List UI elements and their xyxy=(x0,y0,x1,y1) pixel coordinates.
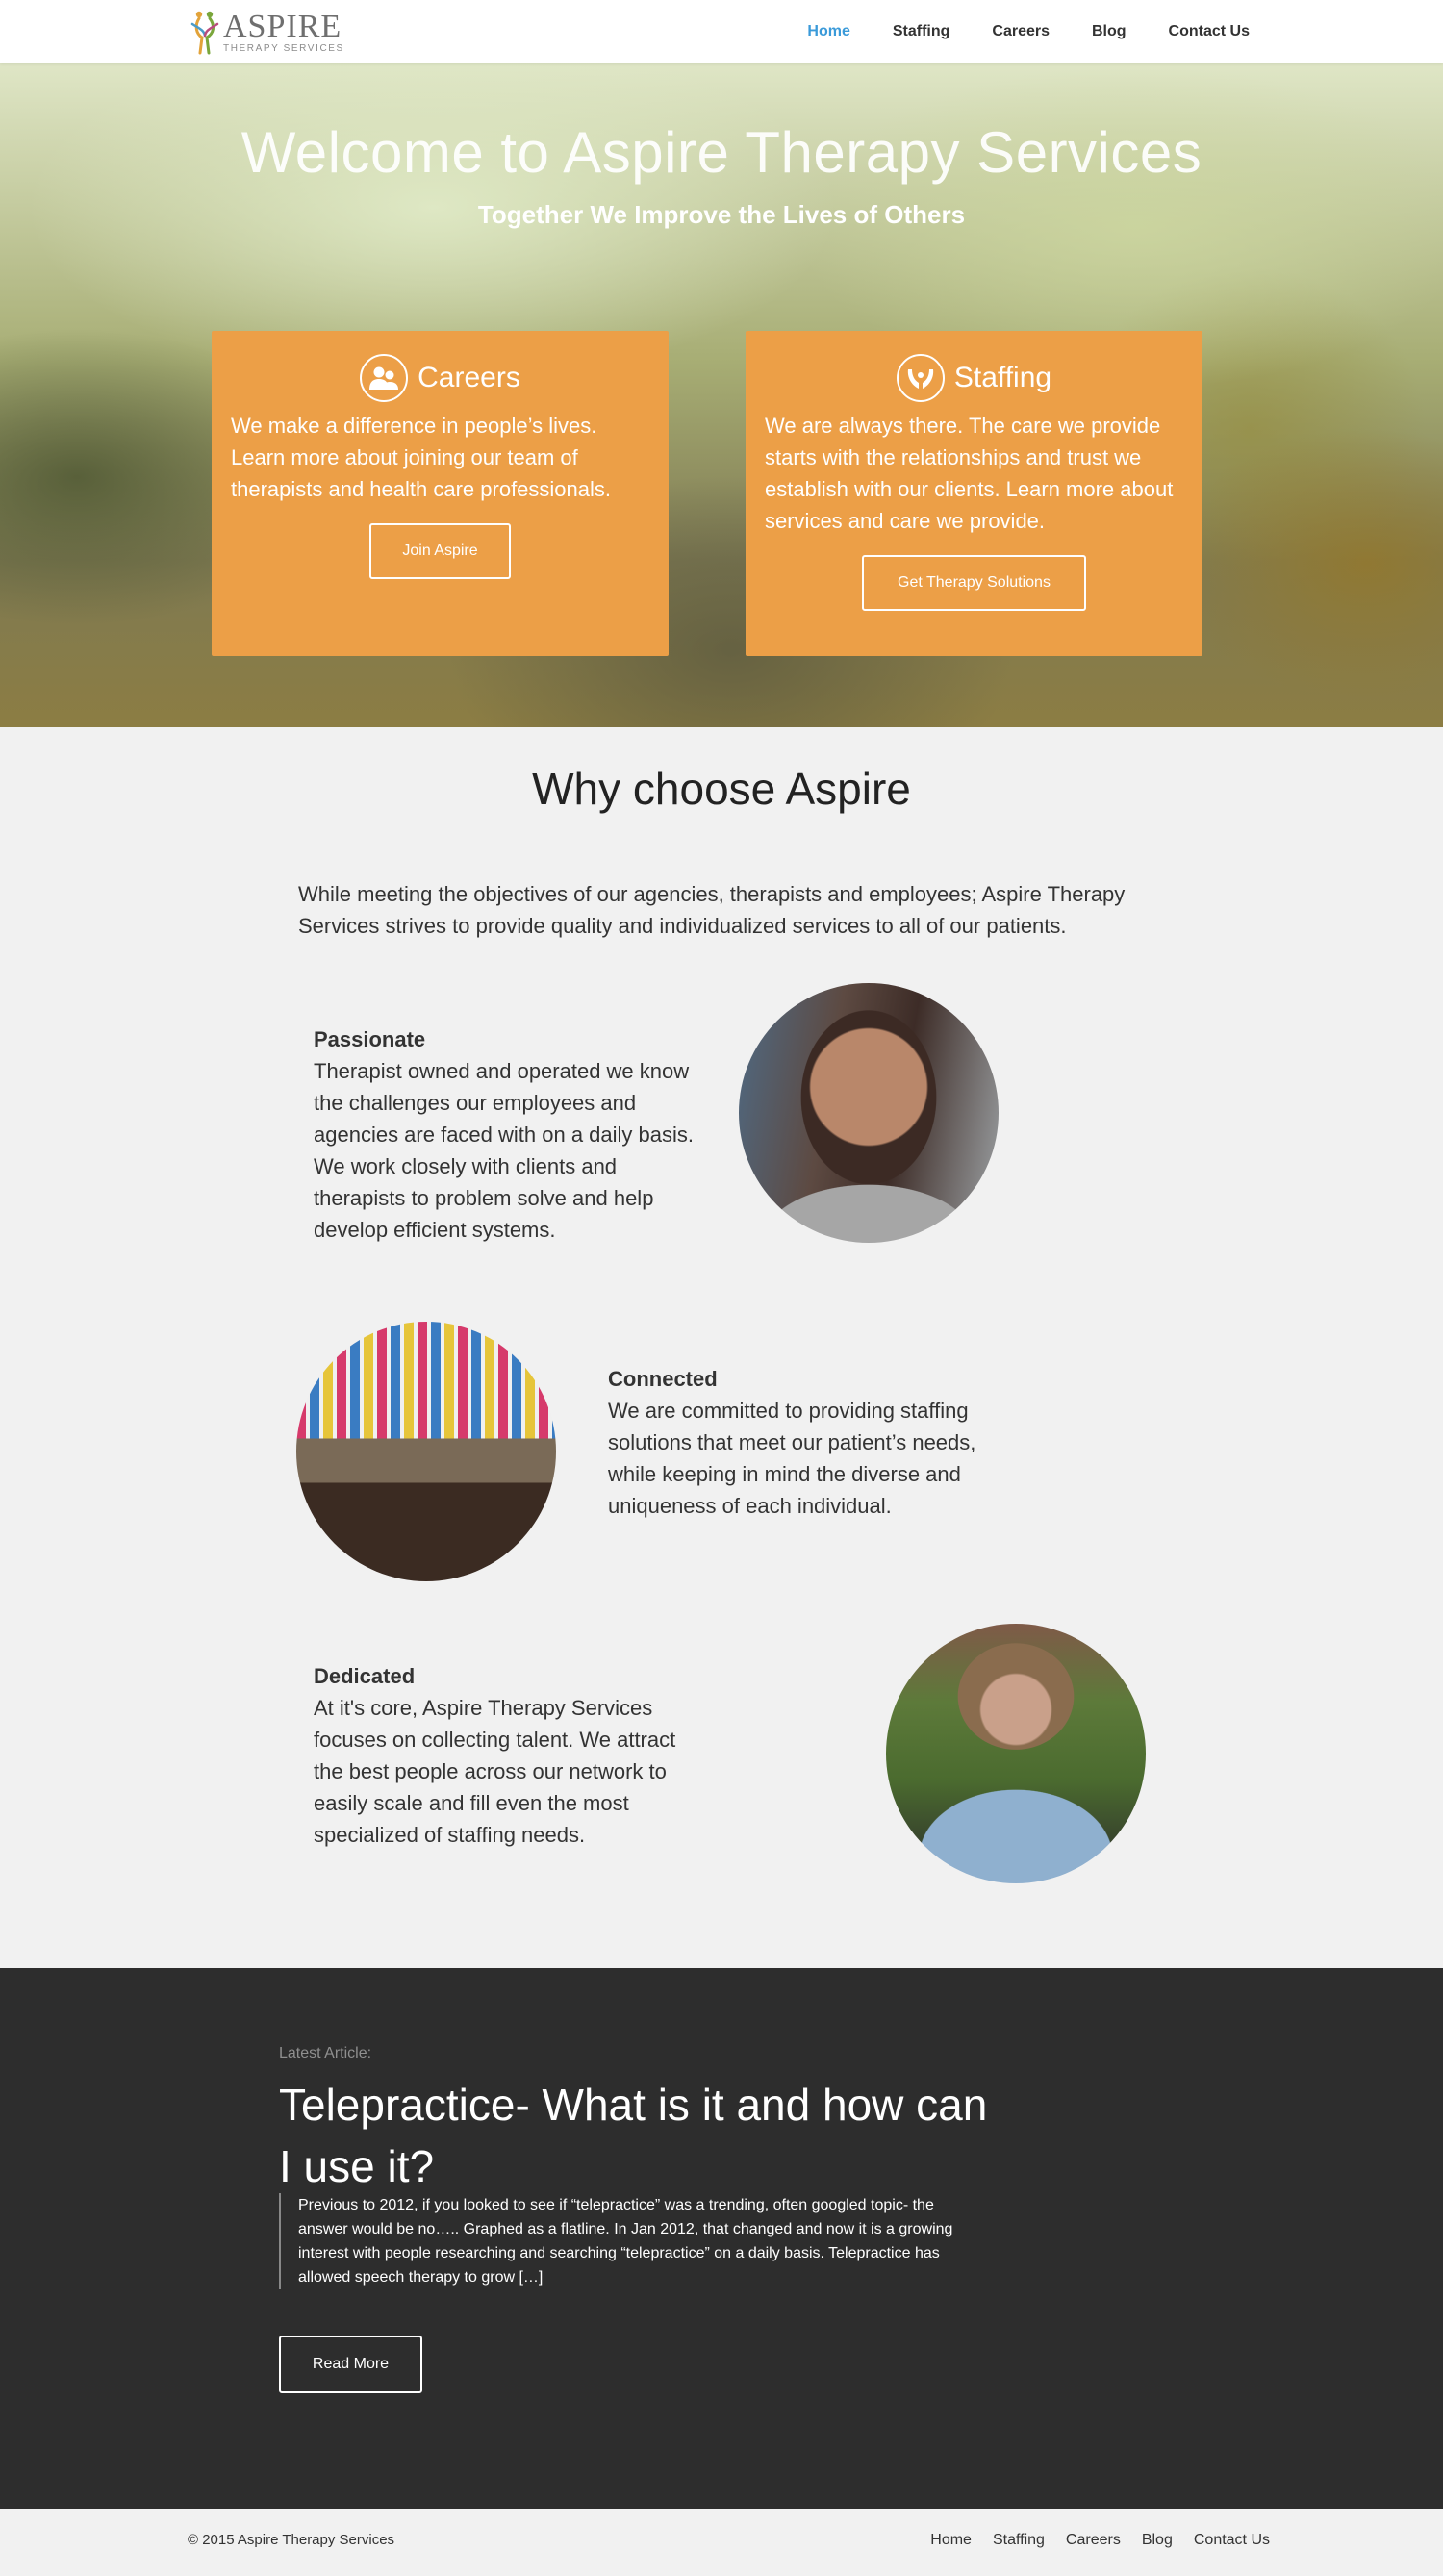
nav-blog[interactable]: Blog xyxy=(1092,23,1127,40)
feature-text: At it's core, Aspire Therapy Services fo… xyxy=(314,1696,676,1847)
feature-title: Connected xyxy=(608,1367,718,1391)
footer-link-home[interactable]: Home xyxy=(930,2532,972,2549)
why-title: Why choose Aspire xyxy=(532,764,911,814)
feature-text: Therapist owned and operated we know the… xyxy=(314,1059,695,1242)
feature-text: We are committed to providing staffing s… xyxy=(608,1399,976,1518)
feature-passionate: Passionate Therapist owned and operated … xyxy=(314,1023,698,1246)
copyright: © 2015 Aspire Therapy Services xyxy=(188,2532,395,2548)
why-intro: While meeting the objectives of our agen… xyxy=(298,882,1126,938)
nav-home[interactable]: Home xyxy=(807,23,849,40)
staffing-card: Staffing We are always there. The care w… xyxy=(746,331,1202,656)
site-logo[interactable]: ASPIRE THERAPY SERVICES xyxy=(190,8,344,56)
footer-link-contact-us[interactable]: Contact Us xyxy=(1194,2532,1270,2549)
join-aspire-button[interactable]: Join Aspire xyxy=(369,523,511,579)
brand-name: ASPIRE xyxy=(223,8,342,44)
article-title[interactable]: Telepractice- What is it and how can I u… xyxy=(279,2074,1010,2197)
passionate-photo xyxy=(739,983,999,1243)
feature-dedicated: Dedicated At it's core, Aspire Therapy S… xyxy=(314,1660,698,1851)
careers-card-title: Careers xyxy=(418,362,520,393)
latest-article-section: Latest Article: Telepractice- What is it… xyxy=(0,1968,1443,2509)
feature-title: Passionate xyxy=(314,1027,426,1051)
staffing-card-text: We are always there. The care we provide… xyxy=(765,414,1174,533)
hero-subtitle: Together We Improve the Lives of Others xyxy=(477,200,966,229)
footer-link-blog[interactable]: Blog xyxy=(1142,2532,1173,2549)
connected-photo xyxy=(296,1322,556,1581)
people-icon xyxy=(360,354,409,402)
feature-title: Dedicated xyxy=(314,1664,416,1688)
nav-contact-us[interactable]: Contact Us xyxy=(1169,23,1250,40)
hero-title: Welcome to Aspire Therapy Services xyxy=(240,120,1202,185)
site-footer: © 2015 Aspire Therapy Services Home Staf… xyxy=(0,2509,1443,2576)
feature-connected: Connected We are committed to providing … xyxy=(608,1363,993,1522)
site-header: ASPIRE THERAPY SERVICES Home Staffing Ca… xyxy=(0,0,1443,63)
article-label: Latest Article: xyxy=(279,2045,372,2061)
careers-card-text: We make a difference in people’s lives. … xyxy=(231,414,612,501)
aspire-logo-icon xyxy=(190,11,219,55)
dedicated-photo xyxy=(886,1624,1146,1883)
brand-tagline: THERAPY SERVICES xyxy=(223,42,344,54)
footer-link-staffing[interactable]: Staffing xyxy=(993,2532,1045,2549)
main-nav: Home Staffing Careers Blog Contact Us xyxy=(807,0,1250,63)
hero-section: Welcome to Aspire Therapy Services Toget… xyxy=(0,63,1443,727)
footer-nav: Home Staffing Careers Blog Contact Us xyxy=(930,2532,1270,2549)
article-excerpt: Previous to 2012, if you looked to see i… xyxy=(279,2193,972,2289)
get-therapy-solutions-button[interactable]: Get Therapy Solutions xyxy=(862,555,1086,611)
read-more-button[interactable]: Read More xyxy=(279,2336,422,2393)
footer-link-careers[interactable]: Careers xyxy=(1066,2532,1121,2549)
nav-careers[interactable]: Careers xyxy=(992,23,1050,40)
staffing-card-title: Staffing xyxy=(953,362,1052,393)
caring-hands-icon xyxy=(896,354,945,402)
nav-staffing[interactable]: Staffing xyxy=(893,23,950,40)
careers-card: Careers We make a difference in people’s… xyxy=(212,331,669,656)
